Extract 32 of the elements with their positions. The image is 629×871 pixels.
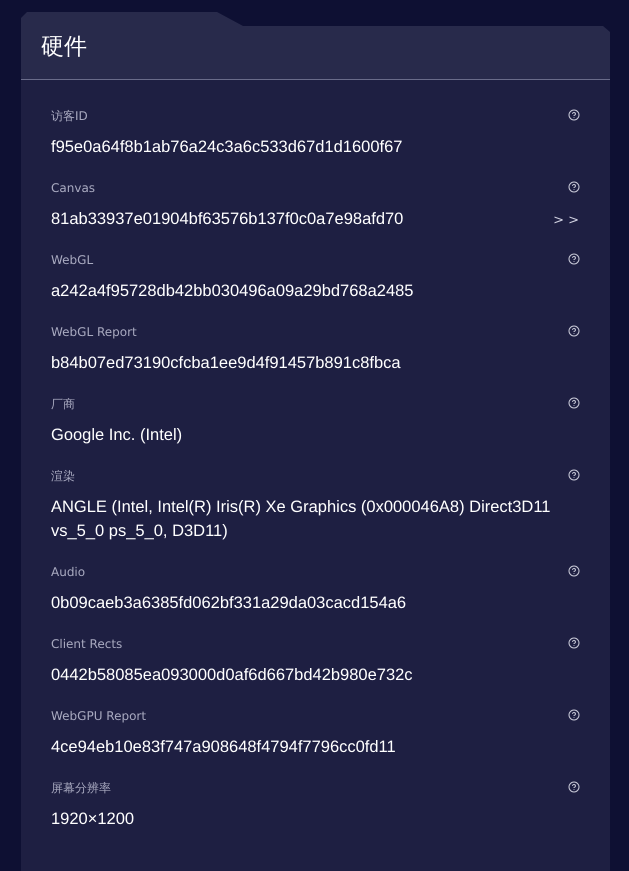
field-value: 81ab33937e01904bf63576b137f0c0a7e98afd70 <box>51 209 404 230</box>
field-label: Canvas <box>51 181 96 195</box>
expand-link[interactable]: > > <box>552 213 580 231</box>
field-label: WebGPU Report <box>51 709 148 723</box>
field-label: WebGL Report <box>51 325 138 339</box>
field-label: 访客ID <box>51 109 89 123</box>
help-icon[interactable] <box>568 397 580 411</box>
field-value: f95e0a64f8b1ab76a24c3a6c533d67d1d1600f67 <box>51 137 404 158</box>
field-value: 4ce94eb10e83f747a908648f4794f7796cc0fd11 <box>51 737 397 758</box>
field-label: WebGL <box>51 253 94 267</box>
help-icon[interactable] <box>568 637 580 651</box>
field-value: b84b07ed73190cfcba1ee9d4f91457b891c8fbca <box>51 353 402 374</box>
help-icon[interactable] <box>568 253 580 267</box>
field-label: 屏幕分辨率 <box>51 781 112 795</box>
field-value: a242a4f95728db42bb030496a09a29bd768a2485 <box>51 281 414 302</box>
field-label: Audio <box>51 565 86 579</box>
help-icon[interactable] <box>568 781 580 795</box>
field-value: Google Inc. (Intel) <box>51 425 184 446</box>
field-value: 1920×1200 <box>51 809 136 830</box>
help-icon[interactable] <box>568 109 580 123</box>
help-icon[interactable] <box>568 181 580 195</box>
help-icon[interactable] <box>568 325 580 339</box>
field-value: ANGLE (Intel, Intel(R) Iris(R) Xe Graphics (0x000046A8) Direct3D11 vs_5_0 ps_5_0, D3D11) <box>51 497 552 542</box>
help-icon[interactable] <box>568 565 580 579</box>
help-icon[interactable] <box>568 469 580 483</box>
field-label: Client Rects <box>51 637 124 651</box>
panel-title: 硬件 <box>41 33 87 62</box>
help-icon[interactable] <box>568 709 580 723</box>
field-value: 0442b58085ea093000d0af6d667bd42b980e732c <box>51 665 414 686</box>
field-label: 厂商 <box>51 397 76 411</box>
field-value: 0b09caeb3a6385fd062bf331a29da03cacd154a6 <box>51 593 408 614</box>
field-label: 渲染 <box>51 469 76 483</box>
